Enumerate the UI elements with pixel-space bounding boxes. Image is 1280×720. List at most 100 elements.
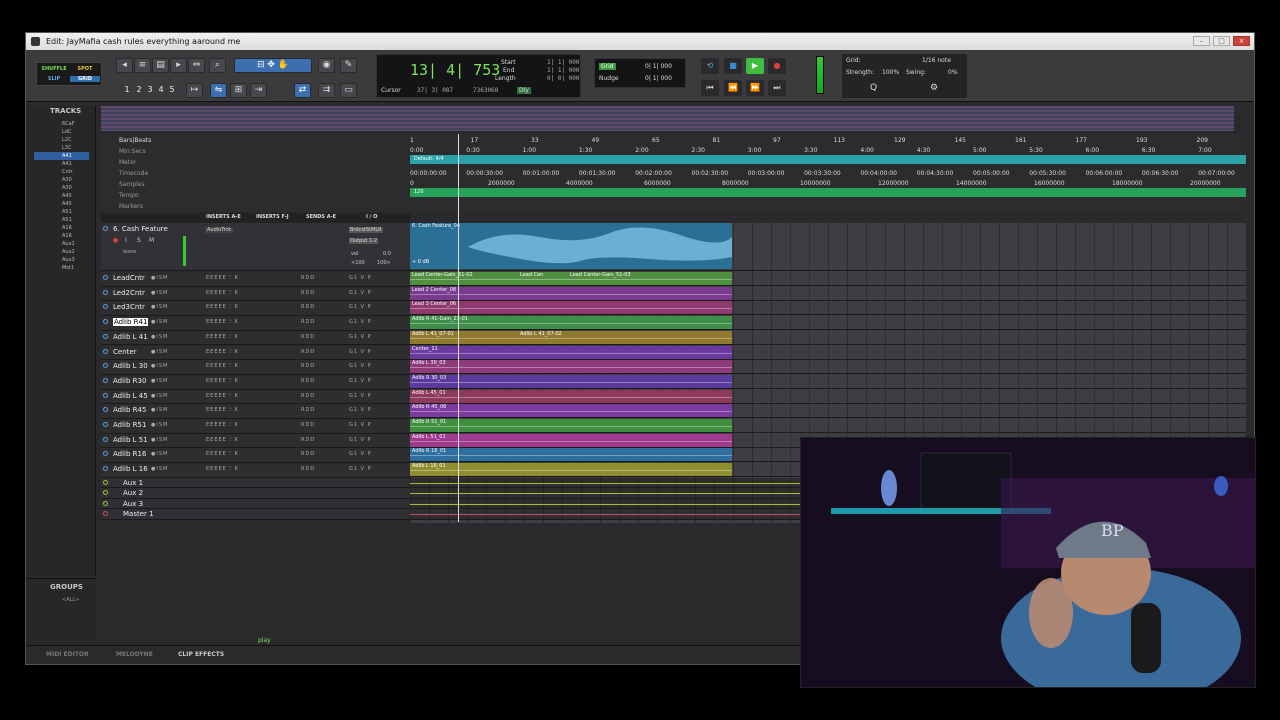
- loop-playback-icon[interactable]: ⟲: [701, 58, 719, 74]
- insert-slots[interactable]: EEEEE ⁝ K: [206, 451, 239, 457]
- aux-track-lane[interactable]: [410, 488, 800, 499]
- tracks-list-item[interactable]: A41: [34, 160, 89, 168]
- timeline-rulers[interactable]: Bars|Beats Min:Secs Meter Timecode Sampl…: [101, 134, 1246, 212]
- send-slots[interactable]: RDD: [301, 275, 315, 281]
- track-rec-solo-mute[interactable]: ●ISM: [151, 334, 168, 340]
- tracks-list-item[interactable]: Mst1: [34, 264, 89, 272]
- maximize-button[interactable]: □: [1213, 36, 1230, 46]
- playhead-cursor[interactable]: [458, 134, 459, 522]
- main-counter[interactable]: 13| 4| 753 Cursor 37| 3| 087 Start End L…: [376, 54, 581, 98]
- track-name[interactable]: Adlib R30: [113, 377, 146, 385]
- aux-track-lane[interactable]: [410, 509, 800, 520]
- track-header[interactable]: Adlib L 45 ●ISM EEEEE ⁝ K RDD G1 V P: [101, 389, 410, 405]
- track-name[interactable]: Adlib L 51: [113, 436, 148, 444]
- track-lane[interactable]: Adlib R 51_01: [410, 419, 1246, 433]
- send-slots[interactable]: RDD: [301, 304, 315, 310]
- track-header[interactable]: Adlib L 51 ●ISM EEEEE ⁝ K RDD G1 V P: [101, 433, 410, 449]
- track-lane[interactable]: Adlib R 45_06: [410, 404, 1246, 419]
- insert-slots[interactable]: EEEEE ⁝ K: [206, 349, 239, 355]
- track-lane[interactable]: Adlib L 45_01: [410, 389, 1246, 404]
- track-rec-solo-mute[interactable]: ●ISM: [151, 290, 168, 296]
- tracks-list-item[interactable]: L2C: [34, 136, 89, 144]
- io-slots[interactable]: G1 V P: [349, 407, 372, 413]
- io-slots[interactable]: G1 V P: [349, 275, 372, 281]
- track-lane[interactable]: Adlib L 41_07-01 Adlib L 41_07-02: [410, 330, 1246, 345]
- track-header[interactable]: Adlib L 16 ●ISM EEEEE ⁝ K RDD G1 V P: [101, 463, 410, 478]
- zoom-preset-2[interactable]: 2: [134, 85, 144, 95]
- aux-track-header[interactable]: Aux 2: [101, 488, 410, 499]
- track-lane[interactable]: Lead 3 Center_06: [410, 301, 1246, 316]
- send-slots[interactable]: RDD: [301, 319, 315, 325]
- zoom-preset-1[interactable]: 1: [122, 85, 132, 95]
- track-name[interactable]: Adlib R51: [113, 421, 146, 429]
- tracks-list-item[interactable]: A16: [34, 232, 89, 240]
- track-rec-solo-mute[interactable]: ●ISM: [151, 407, 168, 413]
- pan-right-value[interactable]: 100>: [377, 260, 391, 266]
- track-rec-solo-mute[interactable]: ●ISM: [151, 275, 168, 281]
- trim-select-grabber-tools[interactable]: ⊟ ✥ ✋: [234, 58, 312, 73]
- zoom-preset-4[interactable]: 4: [156, 85, 166, 95]
- tempo-ruler-bar[interactable]: 120: [410, 188, 1246, 197]
- track-header[interactable]: Adlib R41 ●ISM EEEEE ⁝ K RDD G1 V P: [101, 316, 410, 331]
- tracks-list-item[interactable]: LdC: [34, 128, 89, 136]
- insert-slots[interactable]: EEEEE ⁝ K: [206, 275, 239, 281]
- insert-slots[interactable]: EEEEE ⁝ K: [206, 422, 239, 428]
- feature-track-lane[interactable]: 6. Cash Feature_04 + 0 dB: [410, 223, 1246, 271]
- track-header[interactable]: Adlib R45 ●ISM EEEEE ⁝ K RDD G1 V P: [101, 404, 410, 419]
- view-selector[interactable]: wave: [123, 249, 136, 255]
- settings-gear-icon[interactable]: ⚙: [930, 83, 938, 93]
- track-lane[interactable]: Adlib R 30_03: [410, 374, 1246, 389]
- track-header[interactable]: Adlib R51 ●ISM EEEEE ⁝ K RDD G1 V P: [101, 419, 410, 434]
- insert-slot-a[interactable]: AudioTrck: [205, 227, 234, 233]
- commands-focus-icon[interactable]: ▭: [340, 83, 357, 98]
- track-header[interactable]: Led2Cntr ●ISM EEEEE ⁝ K RDD G1 V P: [101, 286, 410, 302]
- end-value[interactable]: 1| 1| 000: [547, 67, 580, 74]
- feature-track-name[interactable]: 6. Cash Feature: [113, 225, 168, 233]
- io-slots[interactable]: G1 V P: [349, 334, 372, 340]
- io-slots[interactable]: G1 V P: [349, 393, 372, 399]
- zoom-midi-icon[interactable]: ▤: [152, 58, 169, 73]
- universe-overview[interactable]: [101, 106, 1234, 131]
- send-slots[interactable]: RDD: [301, 437, 315, 443]
- input-monitor-icon[interactable]: I: [125, 237, 127, 244]
- insert-slots[interactable]: EEEEE ⁝ K: [206, 437, 239, 443]
- track-name[interactable]: Adlib L 16: [113, 465, 148, 473]
- track-rec-solo-mute[interactable]: ●ISM: [151, 363, 168, 369]
- tracks-list-item[interactable]: A30: [34, 176, 89, 184]
- track-rec-solo-mute[interactable]: ●ISM: [151, 451, 168, 457]
- vol-value[interactable]: 0.0: [383, 251, 391, 257]
- zoomer-tool-icon[interactable]: ⌕: [209, 58, 226, 73]
- aux-track-header[interactable]: Master 1: [101, 509, 410, 520]
- record-icon[interactable]: ●: [768, 58, 786, 74]
- send-slots[interactable]: RDD: [301, 466, 315, 472]
- track-name[interactable]: Led3Cntr: [113, 303, 145, 311]
- play-icon[interactable]: ▶: [746, 58, 764, 74]
- slip-mode-button[interactable]: SLIP: [39, 76, 69, 82]
- tab-to-transients-icon[interactable]: ↦: [186, 83, 203, 98]
- track-rec-solo-mute[interactable]: ●ISM: [151, 437, 168, 443]
- all-group[interactable]: <ALL>: [62, 597, 79, 603]
- track-lane[interactable]: Lead Center-Gain_51-02 Lead Cen Lead Cente…: [410, 272, 1246, 286]
- tab-clip-effects[interactable]: CLIP EFFECTS: [178, 651, 224, 658]
- track-name[interactable]: Adlib L 30: [113, 362, 148, 370]
- tracks-list-item[interactable]: A41: [34, 152, 89, 160]
- record-enable-icon[interactable]: ●: [113, 237, 118, 244]
- track-name[interactable]: Center: [113, 348, 137, 356]
- shuffle-mode-button[interactable]: SHUFFLE: [39, 66, 69, 72]
- insert-slots[interactable]: EEEEE ⁝ K: [206, 466, 239, 472]
- strength-value[interactable]: 100%: [882, 69, 899, 76]
- pan-left-value[interactable]: <100: [351, 260, 365, 266]
- aux-track-name[interactable]: Master 1: [123, 510, 154, 518]
- link-timeline-icon[interactable]: ⇋: [210, 83, 227, 98]
- tracks-list-item[interactable]: A51: [34, 208, 89, 216]
- zoom-toggle-icon[interactable]: ⇔: [188, 58, 205, 73]
- track-header[interactable]: Adlib L 41 ●ISM EEEEE ⁝ K RDD G1 V P: [101, 330, 410, 346]
- track-header[interactable]: Adlib R30 ●ISM EEEEE ⁝ K RDD G1 V P: [101, 374, 410, 390]
- send-slots[interactable]: RDD: [301, 451, 315, 457]
- track-rec-solo-mute[interactable]: ●ISM: [151, 393, 168, 399]
- insert-slots[interactable]: EEEEE ⁝ K: [206, 363, 239, 369]
- send-slots[interactable]: RDD: [301, 334, 315, 340]
- send-slots[interactable]: RDD: [301, 422, 315, 428]
- track-name[interactable]: Led2Cntr: [113, 289, 145, 297]
- aux-track-header[interactable]: Aux 3: [101, 498, 410, 510]
